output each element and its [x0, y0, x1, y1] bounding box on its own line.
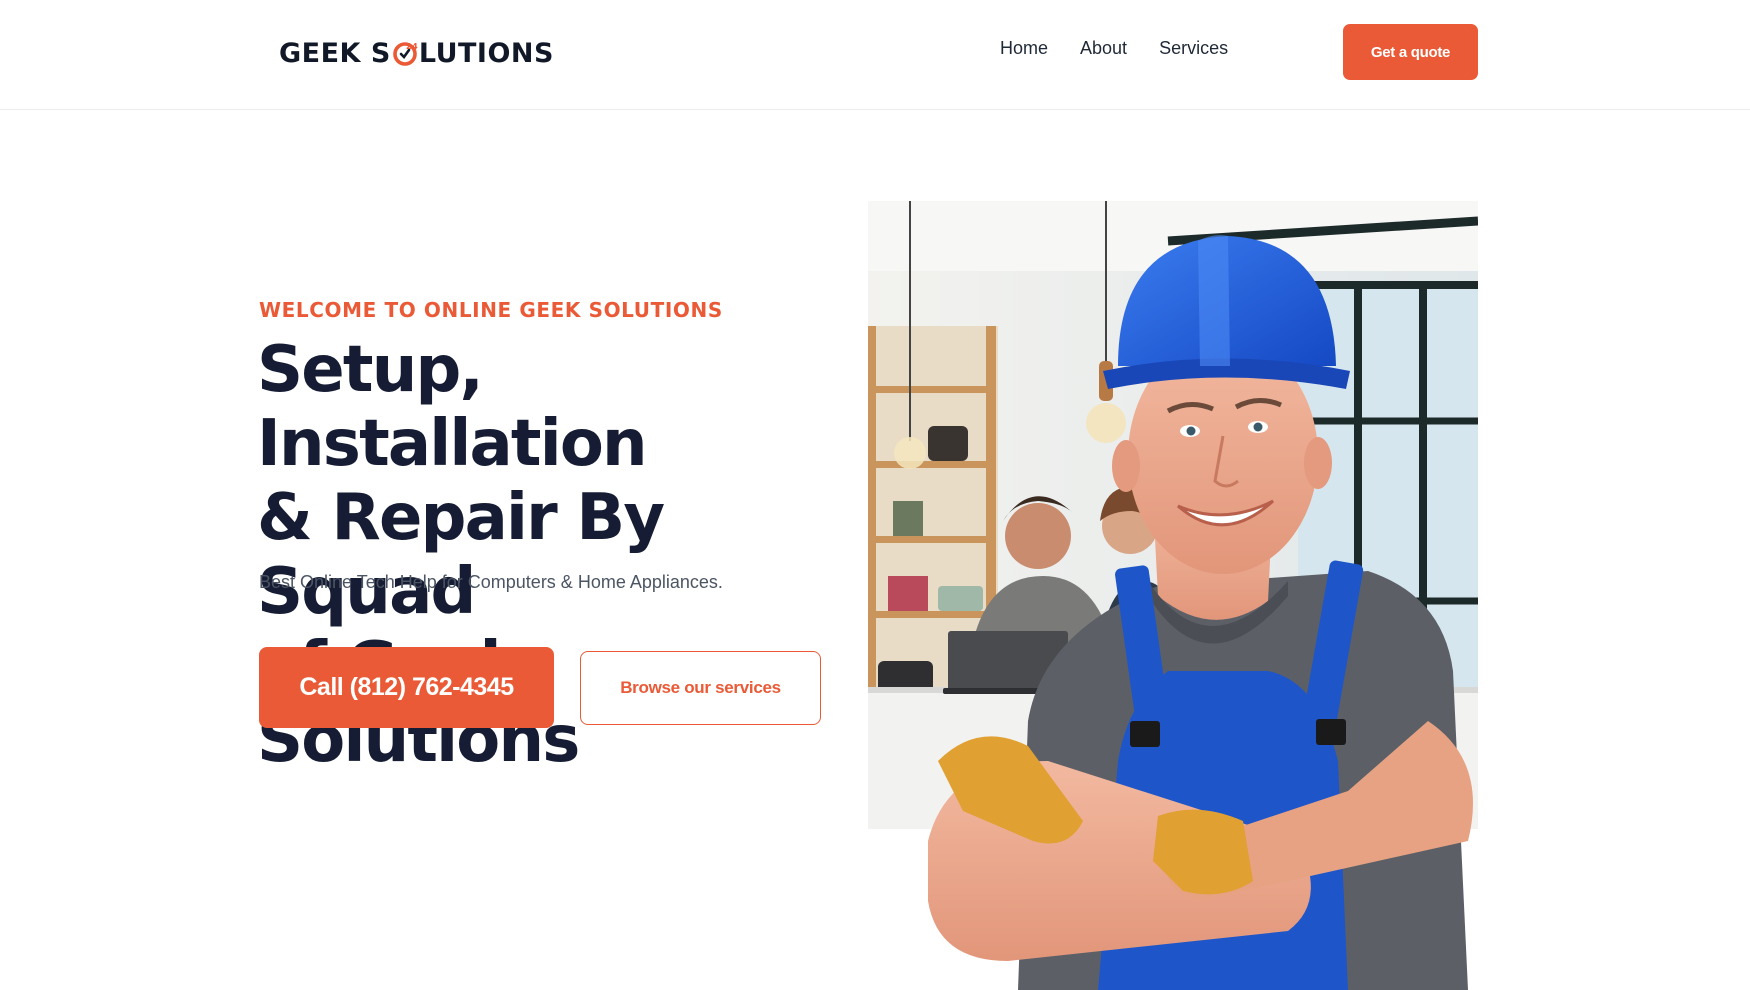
- logo-clock-icon: 24: [392, 40, 418, 66]
- browse-services-button[interactable]: Browse our services: [580, 651, 821, 725]
- hero-subtitle: Best Online Tech Help for Computers & Ho…: [259, 572, 723, 592]
- logo-badge: 24: [406, 42, 418, 51]
- logo[interactable]: GEEK S 24 LUTIONS: [279, 36, 554, 70]
- call-phone-button[interactable]: Call (812) 762-4345: [259, 647, 554, 728]
- hero-eyebrow: WELCOME TO ONLINE GEEK SOLUTIONS: [259, 298, 723, 322]
- nav-services[interactable]: Services: [1159, 38, 1228, 59]
- nav-about[interactable]: About: [1080, 38, 1127, 59]
- site-header: GEEK S 24 LUTIONS Home About Services Ge…: [0, 0, 1750, 110]
- headline-line-1: Setup, Installation: [257, 333, 648, 481]
- hero-image: [868, 201, 1750, 990]
- nav-home[interactable]: Home: [1000, 38, 1048, 59]
- page: GEEK S 24 LUTIONS Home About Services Ge…: [0, 0, 1750, 990]
- logo-text-left: GEEK S: [279, 37, 391, 69]
- logo-text-right: LUTIONS: [418, 37, 554, 69]
- get-quote-button[interactable]: Get a quote: [1343, 24, 1478, 80]
- main-nav: Home About Services: [1000, 38, 1228, 59]
- headline-line-2: & Repair By Squad: [257, 481, 665, 629]
